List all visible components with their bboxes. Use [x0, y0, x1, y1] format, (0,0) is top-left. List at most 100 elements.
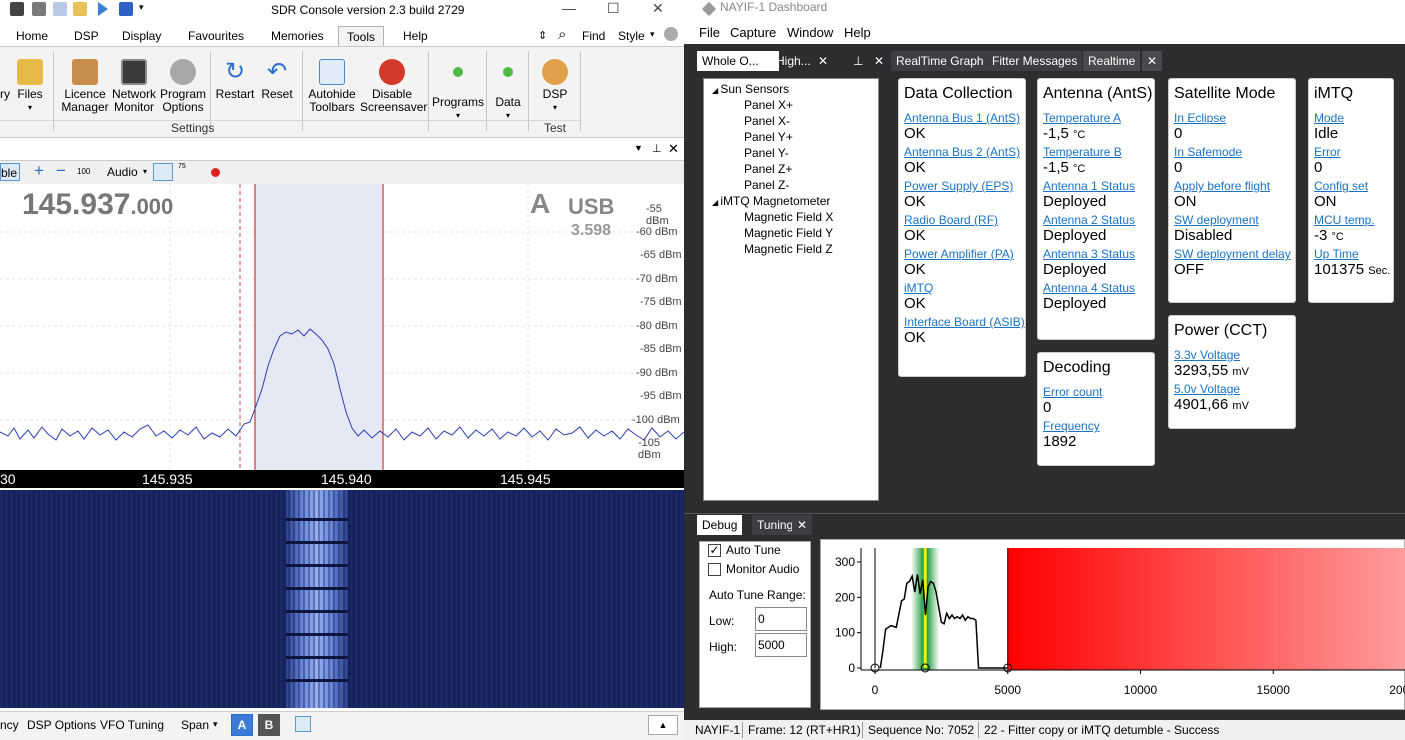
auto-tune-checkbox[interactable]: ✓: [708, 544, 721, 557]
telemetry-link[interactable]: 3.3v Voltage: [1174, 348, 1290, 362]
zoom-level[interactable]: 100: [77, 167, 90, 176]
tab-realtime-close-icon[interactable]: ✕: [1142, 51, 1163, 71]
telemetry-link[interactable]: Interface Board (ASIB): [904, 315, 1025, 329]
telemetry-link[interactable]: Antenna 2 Status: [1043, 213, 1149, 227]
program-options-button[interactable]: Program Options: [160, 59, 206, 114]
folder-icon[interactable]: [73, 2, 87, 16]
tab-whole-orbit[interactable]: Whole O...: [697, 51, 779, 71]
panel-close-icon[interactable]: ✕: [668, 141, 679, 157]
telemetry-link[interactable]: In Safemode: [1174, 145, 1290, 159]
tab-memories[interactable]: Memories: [271, 29, 324, 43]
span-dropdown-icon[interactable]: ▾: [213, 719, 218, 730]
telemetry-link[interactable]: SW deployment: [1174, 213, 1290, 227]
high-input[interactable]: [755, 633, 807, 657]
maximize-icon[interactable]: ☐: [607, 0, 620, 17]
bottom-partial-tab[interactable]: ncy: [0, 718, 19, 732]
telemetry-link[interactable]: Antenna 4 Status: [1043, 281, 1149, 295]
vfo-b-button[interactable]: B: [258, 714, 280, 736]
find-button[interactable]: Find: [582, 29, 605, 43]
mute-icon[interactable]: [153, 163, 173, 181]
restart-button[interactable]: ↻ Restart: [215, 59, 255, 101]
programs-button[interactable]: Programs ▾: [432, 59, 484, 122]
telemetry-link[interactable]: Antenna Bus 2 (AntS): [904, 145, 1020, 159]
tab-debug[interactable]: Debug: [697, 515, 743, 535]
close-icon[interactable]: ✕: [652, 0, 664, 17]
telemetry-link[interactable]: Config set: [1314, 179, 1388, 193]
settings-gear-icon[interactable]: [664, 27, 678, 41]
telemetry-link[interactable]: Temperature A: [1043, 111, 1149, 125]
telemetry-link[interactable]: Antenna 1 Status: [1043, 179, 1149, 193]
disable-screensaver-button[interactable]: Disable Screensaver: [360, 59, 427, 114]
network-monitor-button[interactable]: Network Monitor: [110, 59, 158, 114]
tree-node[interactable]: Panel X+: [744, 98, 793, 112]
tab-home[interactable]: Home: [16, 29, 48, 43]
telemetry-link[interactable]: Antenna Bus 1 (AntS): [904, 111, 1020, 125]
menu-help[interactable]: Help: [844, 25, 871, 40]
telemetry-link[interactable]: Up Time: [1314, 247, 1388, 261]
scroll-arrows-icon[interactable]: ⇕: [538, 29, 547, 42]
telemetry-link[interactable]: Radio Board (RF): [904, 213, 1020, 227]
dsp-options-tab[interactable]: DSP Options: [27, 718, 96, 732]
record-icon[interactable]: [211, 168, 220, 177]
telemetry-link[interactable]: 5.0v Voltage: [1174, 382, 1290, 396]
reset-button[interactable]: ↶ Reset: [258, 59, 296, 101]
tab-dsp[interactable]: DSP: [74, 29, 99, 43]
tab-high[interactable]: High...: [771, 51, 816, 71]
stop-icon[interactable]: [119, 2, 133, 16]
vfo-a-button[interactable]: A: [231, 714, 253, 736]
tree-node[interactable]: Panel Y+: [744, 130, 793, 144]
dsp-button[interactable]: DSP ▾: [534, 59, 576, 114]
telemetry-link[interactable]: Power Amplifier (PA): [904, 247, 1020, 261]
quick-access-dropdown-icon[interactable]: ▾: [139, 2, 147, 16]
pin-icon[interactable]: ⊥: [652, 142, 662, 155]
telemetry-link[interactable]: Apply before flight: [1174, 179, 1290, 193]
tab-favourites[interactable]: Favourites: [188, 29, 244, 43]
licence-manager-button[interactable]: Licence Manager: [60, 59, 110, 114]
tab-tuning-close-icon[interactable]: ✕: [792, 515, 813, 535]
telemetry-link[interactable]: Frequency: [1043, 419, 1149, 433]
minimize-icon[interactable]: —: [562, 0, 576, 16]
monitor-audio-checkbox[interactable]: [708, 563, 721, 576]
tab-tools[interactable]: Tools: [338, 26, 385, 47]
panel-dropdown-icon[interactable]: ▼: [634, 143, 643, 153]
span-dropdown[interactable]: Span: [181, 718, 209, 732]
zoom-in-icon[interactable]: +: [34, 161, 44, 181]
telemetry-link[interactable]: Power Supply (EPS): [904, 179, 1020, 193]
telemetry-link[interactable]: Error count: [1043, 385, 1149, 399]
frequency-axis[interactable]: 30 145.935 145.940 145.945: [0, 470, 684, 488]
network-icon[interactable]: [32, 2, 46, 16]
tree-node[interactable]: Panel X-: [744, 114, 790, 128]
pane-close-icon[interactable]: ✕: [869, 51, 889, 71]
print-icon[interactable]: [295, 716, 311, 732]
telemetry-link[interactable]: SW deployment delay: [1174, 247, 1291, 261]
tab-realtime-graph[interactable]: RealTime Graph: [891, 51, 989, 71]
telemetry-tree[interactable]: ◢ Sun Sensors Panel X+ Panel X- Panel Y+ Pan…: [703, 78, 879, 501]
spectrum-display[interactable]: 145.937.000 A USB 3.598 -55 dBm -60 dBm …: [0, 184, 684, 470]
menu-window[interactable]: Window: [787, 25, 833, 40]
telemetry-link[interactable]: Mode: [1314, 111, 1388, 125]
waterfall-display[interactable]: [0, 490, 684, 708]
low-input[interactable]: [755, 607, 807, 631]
style-dropdown-icon[interactable]: ▾: [650, 29, 655, 40]
files-button[interactable]: Files ▾: [16, 59, 44, 114]
audio-dropdown[interactable]: Audio: [107, 165, 138, 179]
frequency-readout[interactable]: 145.937.000: [22, 188, 173, 222]
telemetry-link[interactable]: iMTQ: [904, 281, 1020, 295]
tab-high-close-icon[interactable]: ✕: [813, 51, 833, 71]
tree-node[interactable]: Panel Z-: [744, 178, 789, 192]
scroll-up-icon[interactable]: ▲: [648, 715, 678, 735]
autohide-toolbars-button[interactable]: Autohide Toolbars: [306, 59, 358, 114]
telemetry-link[interactable]: Antenna 3 Status: [1043, 247, 1149, 261]
tree-node[interactable]: Panel Z+: [744, 162, 792, 176]
tab-display[interactable]: Display: [122, 29, 161, 43]
tree-node[interactable]: ◢ Sun Sensors: [712, 82, 789, 96]
telemetry-link[interactable]: MCU temp.: [1314, 213, 1388, 227]
tab-realtime[interactable]: Realtime: [1083, 51, 1141, 71]
telemetry-link[interactable]: Error: [1314, 145, 1388, 159]
play-icon[interactable]: [98, 2, 108, 16]
pin-icon[interactable]: ⊥: [848, 51, 868, 71]
tab-fitter-messages[interactable]: Fitter Messages: [987, 51, 1083, 71]
tree-node[interactable]: Magnetic Field Z: [744, 242, 833, 256]
zoom-out-icon[interactable]: −: [56, 161, 66, 181]
table-toggle-button[interactable]: ble: [0, 163, 20, 181]
